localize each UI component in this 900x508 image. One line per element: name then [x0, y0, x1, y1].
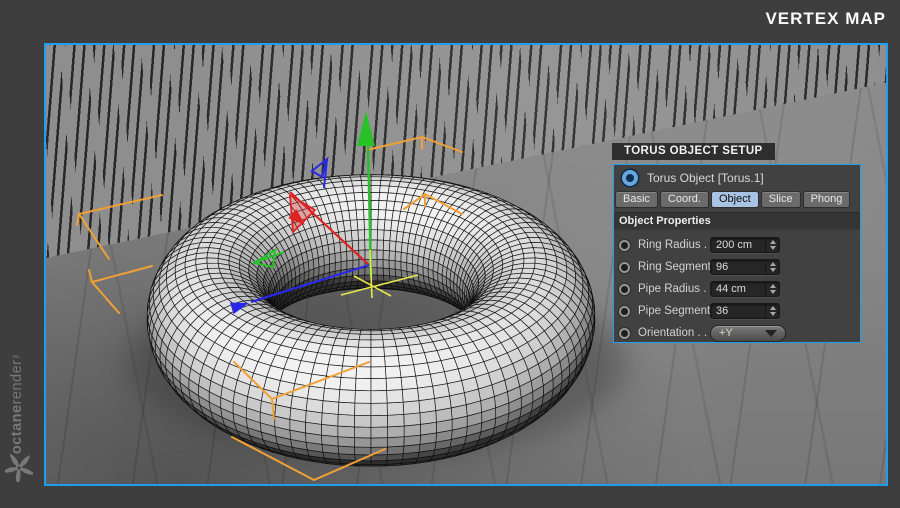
animation-knob[interactable]: [619, 239, 630, 251]
stepper-control[interactable]: [765, 304, 779, 318]
tab-coord[interactable]: Coord.: [659, 191, 709, 208]
property-label: Orientation . . .: [638, 327, 714, 339]
stepper-control[interactable]: [765, 260, 779, 274]
octane-logo-icon: [5, 454, 33, 482]
field-value: 96: [716, 261, 729, 273]
animation-knob[interactable]: [619, 327, 630, 339]
section-object-properties: Object Properties: [614, 212, 860, 230]
ring-segments-row: Ring Segments 96: [614, 256, 860, 278]
tab-bar: Basic Coord. Object Slice Phong: [614, 191, 860, 208]
property-label: Ring Radius . . .: [638, 239, 720, 251]
animation-knob[interactable]: [619, 305, 630, 317]
caret-down-icon: [765, 329, 777, 337]
tab-slice[interactable]: Slice: [760, 191, 801, 208]
tab-phong[interactable]: Phong: [802, 191, 851, 208]
orientation-row: Orientation . . . +Y: [614, 322, 860, 344]
torus-setup-panel: TORUS OBJECT SETUP Torus Object [Torus.1…: [612, 141, 862, 343]
property-list: Ring Radius . . . 200 cm Ring Segments 9…: [614, 230, 860, 344]
property-label: Ring Segments: [638, 261, 717, 273]
animation-knob[interactable]: [619, 261, 630, 273]
property-label: Pipe Radius . . .: [638, 283, 720, 295]
brand-wordmark: octanerender™: [9, 349, 25, 454]
torus-icon: [622, 170, 638, 186]
tab-object[interactable]: Object: [710, 191, 759, 208]
pipe-radius-row: Pipe Radius . . . 44 cm: [614, 278, 860, 300]
animation-knob[interactable]: [619, 283, 630, 295]
orientation-dropdown[interactable]: +Y: [710, 324, 786, 342]
pipe-radius-field[interactable]: 44 cm: [710, 281, 780, 297]
pipe-segments-field[interactable]: 36: [710, 303, 780, 319]
ring-radius-row: Ring Radius . . . 200 cm: [614, 234, 860, 256]
brand-strip: octanerender™: [0, 0, 44, 508]
attribute-panel-body: Torus Object [Torus.1] Basic Coord. Obje…: [613, 164, 861, 343]
stepper-control[interactable]: [765, 238, 779, 252]
stepper-control[interactable]: [765, 282, 779, 296]
panel-title[interactable]: TORUS OBJECT SETUP: [612, 143, 775, 160]
field-value: 200 cm: [716, 239, 753, 251]
field-value: 36: [716, 305, 729, 317]
pipe-segments-row: Pipe Segments 36: [614, 300, 860, 322]
ring-segments-field[interactable]: 96: [710, 259, 780, 275]
ring-radius-field[interactable]: 200 cm: [710, 237, 780, 253]
page-title: VERTEX MAP: [765, 9, 886, 28]
object-name: Torus Object [Torus.1]: [647, 171, 764, 185]
tab-basic[interactable]: Basic: [615, 191, 658, 208]
field-value: 44 cm: [716, 283, 746, 295]
property-label: Pipe Segments: [638, 305, 716, 317]
dropdown-value: +Y: [719, 327, 733, 339]
